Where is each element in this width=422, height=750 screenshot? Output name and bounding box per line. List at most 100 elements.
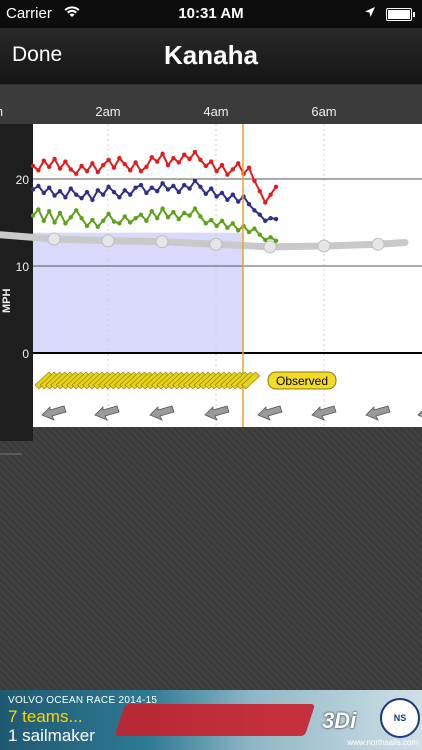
series-lull-point xyxy=(203,221,208,226)
series-lull-point xyxy=(36,207,41,212)
y-axis-panel xyxy=(0,124,33,441)
series-gust-point xyxy=(84,168,90,174)
series-lull-point xyxy=(252,226,257,231)
battery-icon xyxy=(386,8,415,21)
series-lull-point xyxy=(160,206,165,211)
series-mean-point xyxy=(198,184,203,190)
series-mean-point xyxy=(225,197,230,203)
series-mean-point xyxy=(230,192,235,197)
forecast-marker xyxy=(209,237,223,251)
series-mean-point xyxy=(117,195,122,200)
series-gust-point xyxy=(273,184,279,190)
series-gust-point xyxy=(149,155,154,160)
series-gust-point xyxy=(263,200,268,205)
north-sails-logo: NS xyxy=(380,698,420,738)
series-lull-point xyxy=(133,215,138,221)
series-gust-point xyxy=(246,165,252,170)
x-tick-label: 2am xyxy=(95,104,120,119)
series-gust-point xyxy=(225,172,230,177)
series-mean-point xyxy=(52,193,57,198)
observed-area xyxy=(33,232,243,353)
series-lull-point xyxy=(122,214,128,219)
series-lull-point xyxy=(209,217,214,223)
series-mean-point xyxy=(74,192,79,197)
series-mean-point xyxy=(30,187,36,192)
series-gust-point xyxy=(144,164,149,170)
series-lull-point xyxy=(95,224,101,230)
series-gust-point xyxy=(160,151,165,156)
series-mean-point xyxy=(187,186,192,191)
y-tick-label: 0 xyxy=(22,347,29,361)
series-lull-point xyxy=(68,215,74,220)
advertisement-banner[interactable]: VOLVO OCEAN RACE 2014-15 7 teams... 1 sa… xyxy=(0,690,422,750)
forecast-marker xyxy=(263,240,277,254)
series-lull-point xyxy=(187,213,192,218)
series-lull-point xyxy=(219,218,225,223)
location-icon xyxy=(364,5,376,22)
series-lull-point xyxy=(41,218,46,223)
series-mean-point xyxy=(209,186,214,191)
series-lull-point xyxy=(144,218,149,223)
series-mean-point xyxy=(122,188,128,193)
series-lull-point xyxy=(117,221,122,226)
series-gust-point xyxy=(133,160,138,165)
observed-badge-label: Observed xyxy=(276,374,328,388)
series-gust-point xyxy=(192,149,198,155)
series-lull-point xyxy=(230,221,235,226)
series-gust-point xyxy=(63,159,68,164)
series-gust-point xyxy=(47,164,52,170)
x-tick-label: 6am xyxy=(311,104,336,119)
series-mean-point xyxy=(144,190,149,196)
forecast-marker xyxy=(101,234,115,248)
series-gust-point xyxy=(52,156,57,162)
series-mean-point xyxy=(111,189,117,195)
series-gust-point xyxy=(187,156,192,162)
x-tick-label: 4am xyxy=(203,104,228,119)
series-gust-point xyxy=(68,167,74,172)
series-mean-point xyxy=(155,188,160,194)
series-gust-point xyxy=(214,168,219,174)
y-tick-label: 20 xyxy=(16,173,30,187)
series-lull-point xyxy=(165,215,171,220)
series-gust-point xyxy=(165,162,171,168)
series-mean-point xyxy=(63,195,68,200)
series-gust-point xyxy=(111,165,117,170)
series-lull-point xyxy=(138,212,144,217)
series-mean-point xyxy=(203,191,208,196)
series-gust-point xyxy=(171,155,176,161)
series-lull-point xyxy=(263,237,268,243)
series-lull-point xyxy=(176,216,181,222)
series-lull-point xyxy=(47,208,52,214)
series-gust-point xyxy=(230,167,235,172)
series-mean-point xyxy=(68,186,74,191)
series-lull-point xyxy=(214,223,219,229)
series-lull-point xyxy=(155,215,160,221)
ad-line-teams: 7 teams... xyxy=(8,707,83,726)
series-mean-point xyxy=(273,216,279,222)
series-gust-point xyxy=(219,162,225,168)
series-lull-point xyxy=(182,210,187,216)
status-bar: Carrier 10:31 AM xyxy=(0,0,422,28)
forecast-marker xyxy=(371,237,385,251)
series-mean-point xyxy=(95,188,101,193)
series-mean-point xyxy=(90,197,95,203)
series-mean-point xyxy=(214,194,219,199)
series-gust-point xyxy=(257,188,262,194)
ad-url: www.northsails.com xyxy=(347,738,418,747)
series-mean-point xyxy=(192,178,198,183)
series-gust-point xyxy=(236,161,241,166)
series-lull-point xyxy=(90,217,95,223)
series-gust-point xyxy=(155,159,160,164)
series-lull-point xyxy=(57,210,63,216)
series-gust-point xyxy=(203,163,208,169)
series-gust-point xyxy=(57,166,63,171)
series-gust-point xyxy=(117,155,122,161)
wind-chart[interactable]: am 2am 4am 6am 0 10 20 MPH Observed xyxy=(0,84,422,464)
series-lull-point xyxy=(192,206,198,211)
series-lull-point xyxy=(111,219,117,224)
series-mean-point xyxy=(165,187,171,192)
forecast-marker xyxy=(317,239,331,253)
series-gust-point xyxy=(74,171,79,176)
series-gust-point xyxy=(95,169,101,175)
series-gust-point xyxy=(182,152,187,157)
